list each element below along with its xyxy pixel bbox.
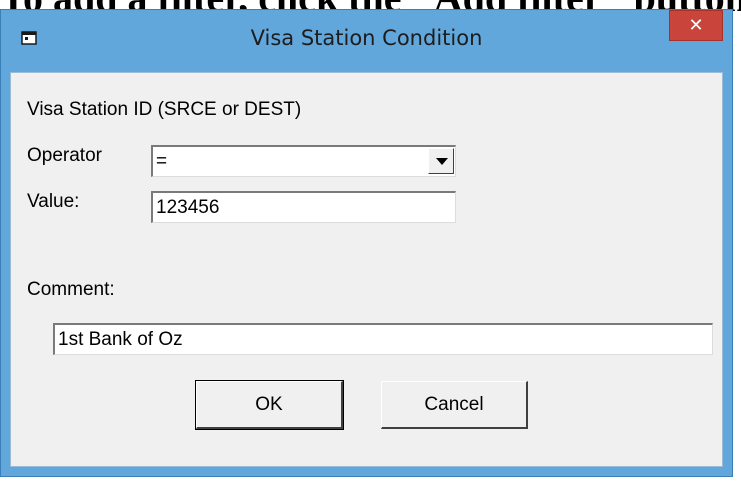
visa-station-condition-dialog: Visa Station Condition ✕ Visa Station ID… [0,9,733,477]
comment-input[interactable]: 1st Bank of Oz [53,323,713,355]
value-label: Value: [27,191,80,212]
window-title: Visa Station Condition [250,26,483,50]
title-bar[interactable]: Visa Station Condition ✕ [1,10,732,72]
dialog-client-area: Visa Station ID (SRCE or DEST) Operator … [10,72,723,467]
field-title-label: Visa Station ID (SRCE or DEST) [27,99,302,120]
close-icon: ✕ [688,15,704,36]
operator-combobox[interactable]: = [151,145,456,177]
ok-button[interactable]: OK [195,380,344,430]
chevron-down-icon[interactable] [428,148,454,174]
cancel-button[interactable]: Cancel [381,381,528,429]
operator-value: = [156,151,168,172]
value-input[interactable]: 123456 [151,191,456,223]
operator-label: Operator [27,145,102,166]
close-button[interactable]: ✕ [669,10,723,41]
comment-label: Comment: [27,279,115,300]
